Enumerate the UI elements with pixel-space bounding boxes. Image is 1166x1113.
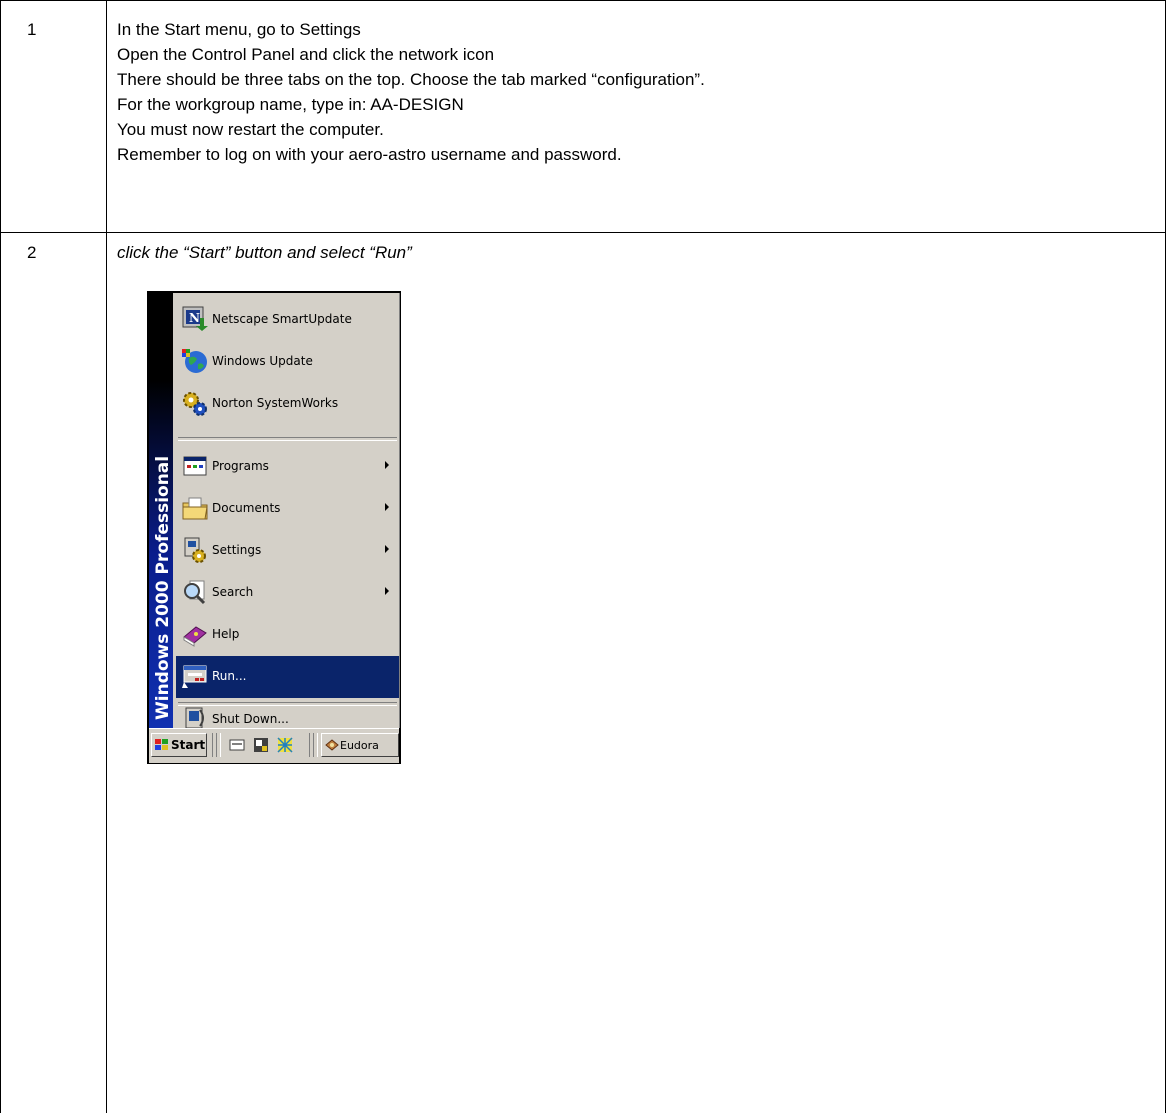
help-book-icon [183,626,207,647]
menu-item-programs[interactable]: Programs [176,446,399,488]
menu-item-label: Netscape SmartUpdate [212,312,352,326]
svg-text:Windows 2000 Professional: Windows 2000 Professional [153,456,173,720]
menu-item-netscape-smartupdate[interactable]: N Netscape SmartUpdate [176,299,399,341]
folder-icon [182,497,208,520]
windows-2000-logo-text: Windows 2000 Professional [153,456,173,720]
menu-item-search[interactable]: Search [176,572,399,614]
menu-item-run[interactable]: Run... [176,656,399,698]
start-menu: Windows 2000 Professional N Netscape Sma… [149,293,400,729]
menu-item-label: Settings [212,543,262,557]
eudora-icon [325,739,339,751]
menu-item-label: Windows Update [212,354,313,368]
step-number: 1 [27,20,37,39]
quicklaunch-app-icon[interactable] [253,737,269,753]
step-text-line: You must now restart the computer. [117,120,384,139]
svg-text:N: N [189,311,200,325]
menu-separator [178,437,397,441]
table-column-divider [106,0,107,1113]
network-icon[interactable] [277,737,293,753]
menu-item-label: Documents [212,501,281,515]
programs-icon [183,456,207,476]
menu-separator [178,702,397,706]
step-text-line: click the “Start” button and select “Run… [117,243,412,262]
menu-item-label: Norton SystemWorks [212,396,339,410]
submenu-arrow-icon [385,503,389,511]
menu-item-norton-systemworks[interactable]: Norton SystemWorks [176,383,399,425]
submenu-arrow-icon [385,461,389,469]
run-icon [182,665,207,688]
start-button[interactable]: Start [151,733,207,757]
netscape-icon: N [182,306,208,331]
table-row-divider [0,232,1166,233]
table-border-top [0,0,1166,1]
submenu-arrow-icon [385,587,389,595]
search-icon [184,580,206,605]
step-number: 2 [27,243,37,262]
show-desktop-icon[interactable] [229,737,245,753]
step-text-line: Open the Control Panel and click the net… [117,45,495,64]
settings-icon [184,537,206,563]
menu-item-help[interactable]: Help [176,614,399,656]
menu-item-label: Search [212,585,254,599]
step-text-line: In the Start menu, go to Settings [117,20,361,39]
taskbar-grip [313,733,318,757]
menu-item-label: Help [212,627,240,641]
menu-item-shut-down[interactable]: Shut Down... [176,707,399,729]
taskbar-grip [216,733,221,757]
submenu-arrow-icon [385,545,389,553]
step-text-line: There should be three tabs on the top. C… [117,70,705,89]
menu-item-windows-update[interactable]: Windows Update [176,341,399,383]
menu-item-label: Programs [212,459,269,473]
menu-item-documents[interactable]: Documents [176,488,399,530]
taskbar-button-eudora[interactable]: Eudora [321,733,399,757]
start-menu-screenshot: Windows 2000 Professional N Netscape Sma… [147,291,401,764]
table-border-left [0,0,1,1113]
menu-item-label: Shut Down... [212,712,289,726]
step-text-line: Remember to log on with your aero-astro … [117,145,622,164]
windows-logo-icon [155,739,168,750]
start-button-label: Start [171,738,206,752]
gears-icon [183,392,207,416]
instructions-table: 1 In the Start menu, go to Settings Open… [0,0,1166,1113]
menu-item-settings[interactable]: Settings [176,530,399,572]
step-text-line: For the workgroup name, type in: AA-DESI… [117,95,464,114]
start-menu-banner: Windows 2000 Professional [149,293,173,728]
taskbar: Start Eudora [149,728,399,763]
globe-icon [182,349,207,373]
menu-item-label: Run... [212,669,247,683]
taskbar-button-label: Eudora [340,739,379,752]
